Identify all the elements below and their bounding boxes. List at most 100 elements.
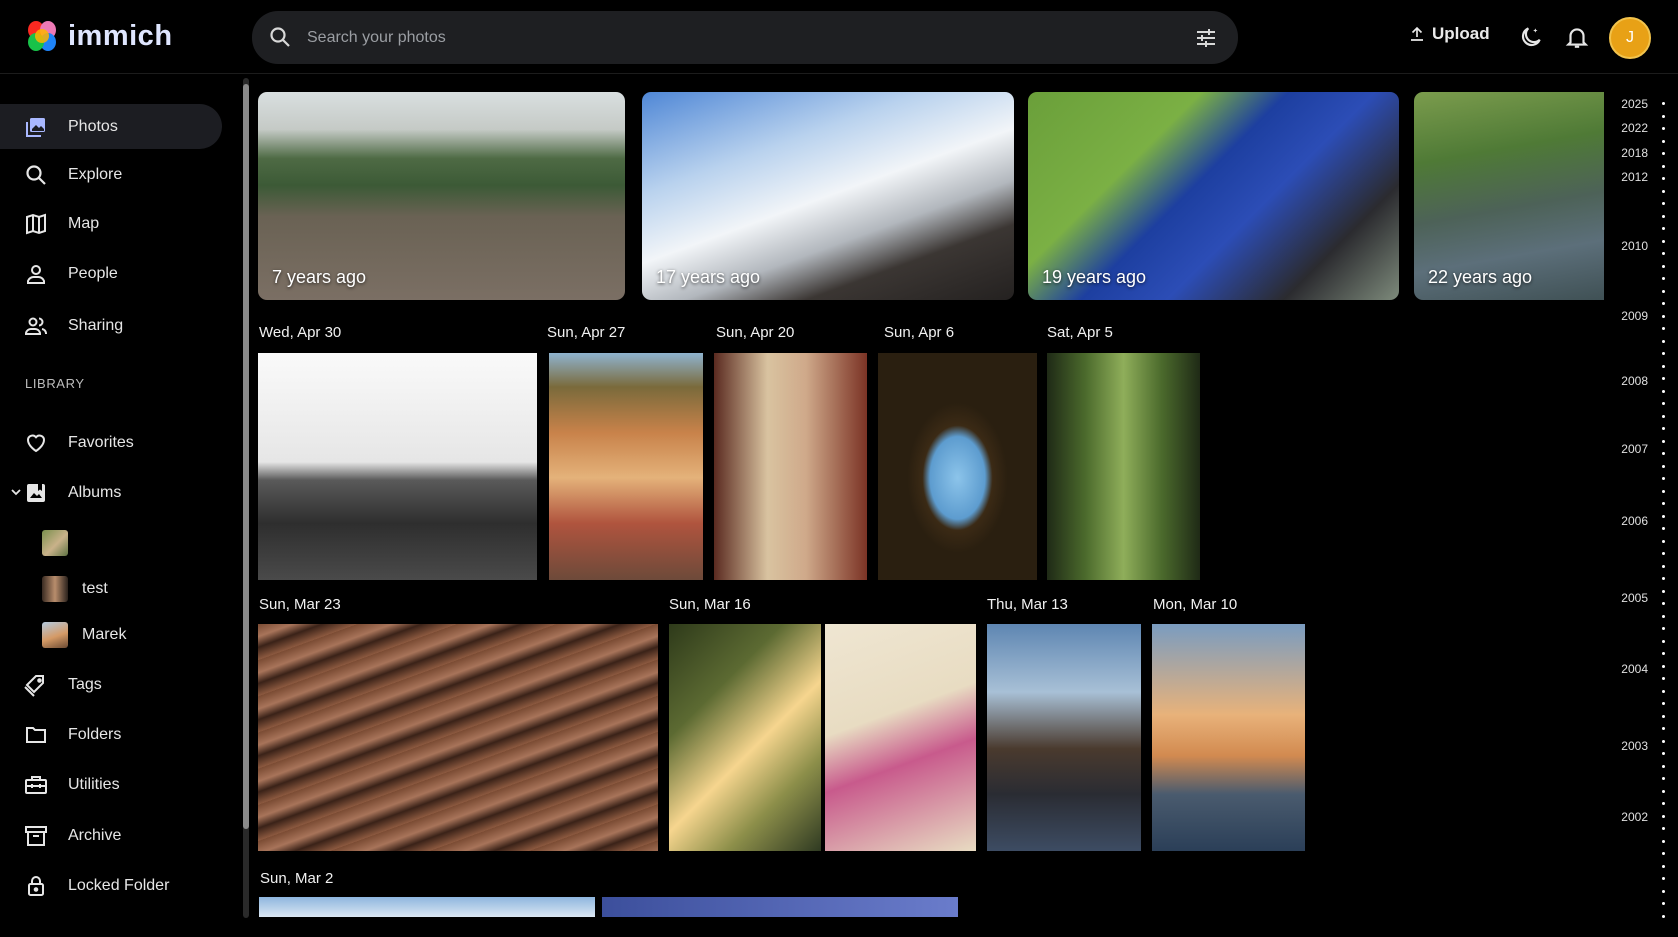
date-group-header: Sun, Mar 23 [259,596,341,613]
timeline-year[interactable]: 2005 [1621,591,1648,605]
timeline-dot [1662,302,1665,305]
sidebar-item-sharing[interactable]: Sharing [0,303,222,348]
timeline-year[interactable]: 2012 [1621,170,1648,184]
memory-card[interactable]: 17 years ago [642,92,1014,300]
memory-card[interactable]: 19 years ago [1028,92,1399,300]
sidebar-scrollbar[interactable] [242,74,250,924]
timeline-dot [1662,465,1665,468]
photo-thumbnail[interactable] [825,624,976,851]
timeline-dot [1662,277,1665,280]
timeline-year[interactable]: 2010 [1621,239,1648,253]
memory-card[interactable]: 7 years ago [258,92,625,300]
timeline-year[interactable]: 2003 [1621,739,1648,753]
timeline-dot [1662,615,1665,618]
app-logo[interactable]: immich [24,18,173,54]
timeline-scrubber[interactable]: 2025 2022 2018 2012 2010 2009 2008 2007 … [1604,74,1678,937]
timeline-year[interactable]: 2008 [1621,374,1648,388]
album-thumbnail [42,622,68,648]
photo-thumbnail[interactable] [259,897,595,917]
sidebar-item-label: Archive [68,826,122,844]
timeline-year[interactable]: 2002 [1621,810,1648,824]
photos-icon [26,117,45,137]
timeline-dot [1662,527,1665,530]
search-filters-icon[interactable] [1194,26,1218,50]
photo-thumbnail[interactable] [669,624,821,851]
timeline-dot [1662,365,1665,368]
timeline-year[interactable]: 2009 [1621,309,1648,323]
photo-thumbnail[interactable] [602,897,958,917]
sidebar-item-favorites[interactable]: Favorites [0,420,222,465]
photo-thumbnail[interactable] [714,353,867,580]
timeline-year[interactable]: 2025 [1621,97,1648,111]
lock-icon [28,875,44,896]
timeline-dot [1662,402,1665,405]
photo-thumbnail[interactable] [258,353,537,580]
user-avatar[interactable]: J [1609,17,1651,59]
timeline-dot [1662,352,1665,355]
album-thumbnail [42,576,68,602]
search-icon[interactable] [268,25,292,49]
sidebar-item-map[interactable]: Map [0,201,222,246]
sidebar-item-utilities[interactable]: Utilities [0,762,222,807]
search-input[interactable] [307,11,1167,64]
timeline-year[interactable]: 2022 [1621,121,1648,135]
album-item-untitled[interactable] [42,528,82,558]
album-item-test[interactable]: test [42,574,108,604]
timeline-year[interactable]: 2004 [1621,662,1648,676]
memory-card[interactable]: 22 years ago [1414,92,1604,300]
album-item-marek[interactable]: Marek [42,620,126,650]
app-name: immich [68,19,173,52]
timeline-dot [1662,390,1665,393]
sidebar-item-people[interactable]: People [0,251,222,296]
timeline-dot [1662,215,1665,218]
sidebar-item-locked-folder[interactable]: Locked Folder [0,863,222,908]
date-group-header: Sun, Mar 16 [669,596,751,613]
sidebar-item-explore[interactable]: Explore [0,152,222,197]
date-group-header: Sun, Mar 2 [260,870,334,887]
sidebar-item-albums[interactable]: Albums [0,470,222,515]
timeline-dot [1662,802,1665,805]
timeline-dot [1662,490,1665,493]
timeline-dot [1662,602,1665,605]
photo-thumbnail[interactable] [258,624,658,851]
photo-thumbnail[interactable] [987,624,1141,851]
timeline-dot [1662,327,1665,330]
bell-icon[interactable] [1564,24,1590,50]
timeline-dot [1662,265,1665,268]
timeline-dot [1662,577,1665,580]
theme-toggle-icon[interactable] [1518,24,1544,50]
memory-label: 17 years ago [656,267,761,287]
upload-button[interactable]: Upload [1408,24,1490,44]
archive-icon [25,825,47,846]
photo-thumbnail[interactable] [549,353,703,580]
timeline-dot [1662,452,1665,455]
timeline-dot [1662,715,1665,718]
sidebar-item-tags[interactable]: Tags [0,662,222,707]
photo-thumbnail[interactable] [1047,353,1200,580]
photo-thumbnail[interactable] [878,353,1037,580]
timeline-dot [1662,640,1665,643]
memory-label: 7 years ago [272,267,367,287]
scrollbar-thumb[interactable] [243,84,249,829]
timeline-dot [1662,140,1665,143]
timeline-dot [1662,727,1665,730]
album-label: Marek [82,626,127,643]
upload-label: Upload [1432,24,1490,43]
timeline-dot [1662,740,1665,743]
search-bar[interactable] [252,11,1238,64]
sidebar-item-label: Sharing [68,316,124,334]
timeline-dot [1662,915,1665,918]
timeline-year[interactable]: 2007 [1621,442,1648,456]
timeline-dot [1662,440,1665,443]
timeline-year[interactable]: 2018 [1621,146,1648,160]
sidebar-item-photos[interactable]: Photos [0,104,222,149]
timeline-year[interactable]: 2006 [1621,514,1648,528]
timeline-dot [1662,502,1665,505]
photo-timeline: 7 years ago 17 years ago 19 years ago 22… [254,74,1604,937]
photo-thumbnail[interactable] [1152,624,1305,851]
timeline-dot [1662,427,1665,430]
sidebar-item-folders[interactable]: Folders [0,712,222,757]
sidebar-item-label: Albums [68,483,122,501]
sidebar-item-label: Map [68,214,100,232]
sidebar-item-archive[interactable]: Archive [0,813,222,858]
